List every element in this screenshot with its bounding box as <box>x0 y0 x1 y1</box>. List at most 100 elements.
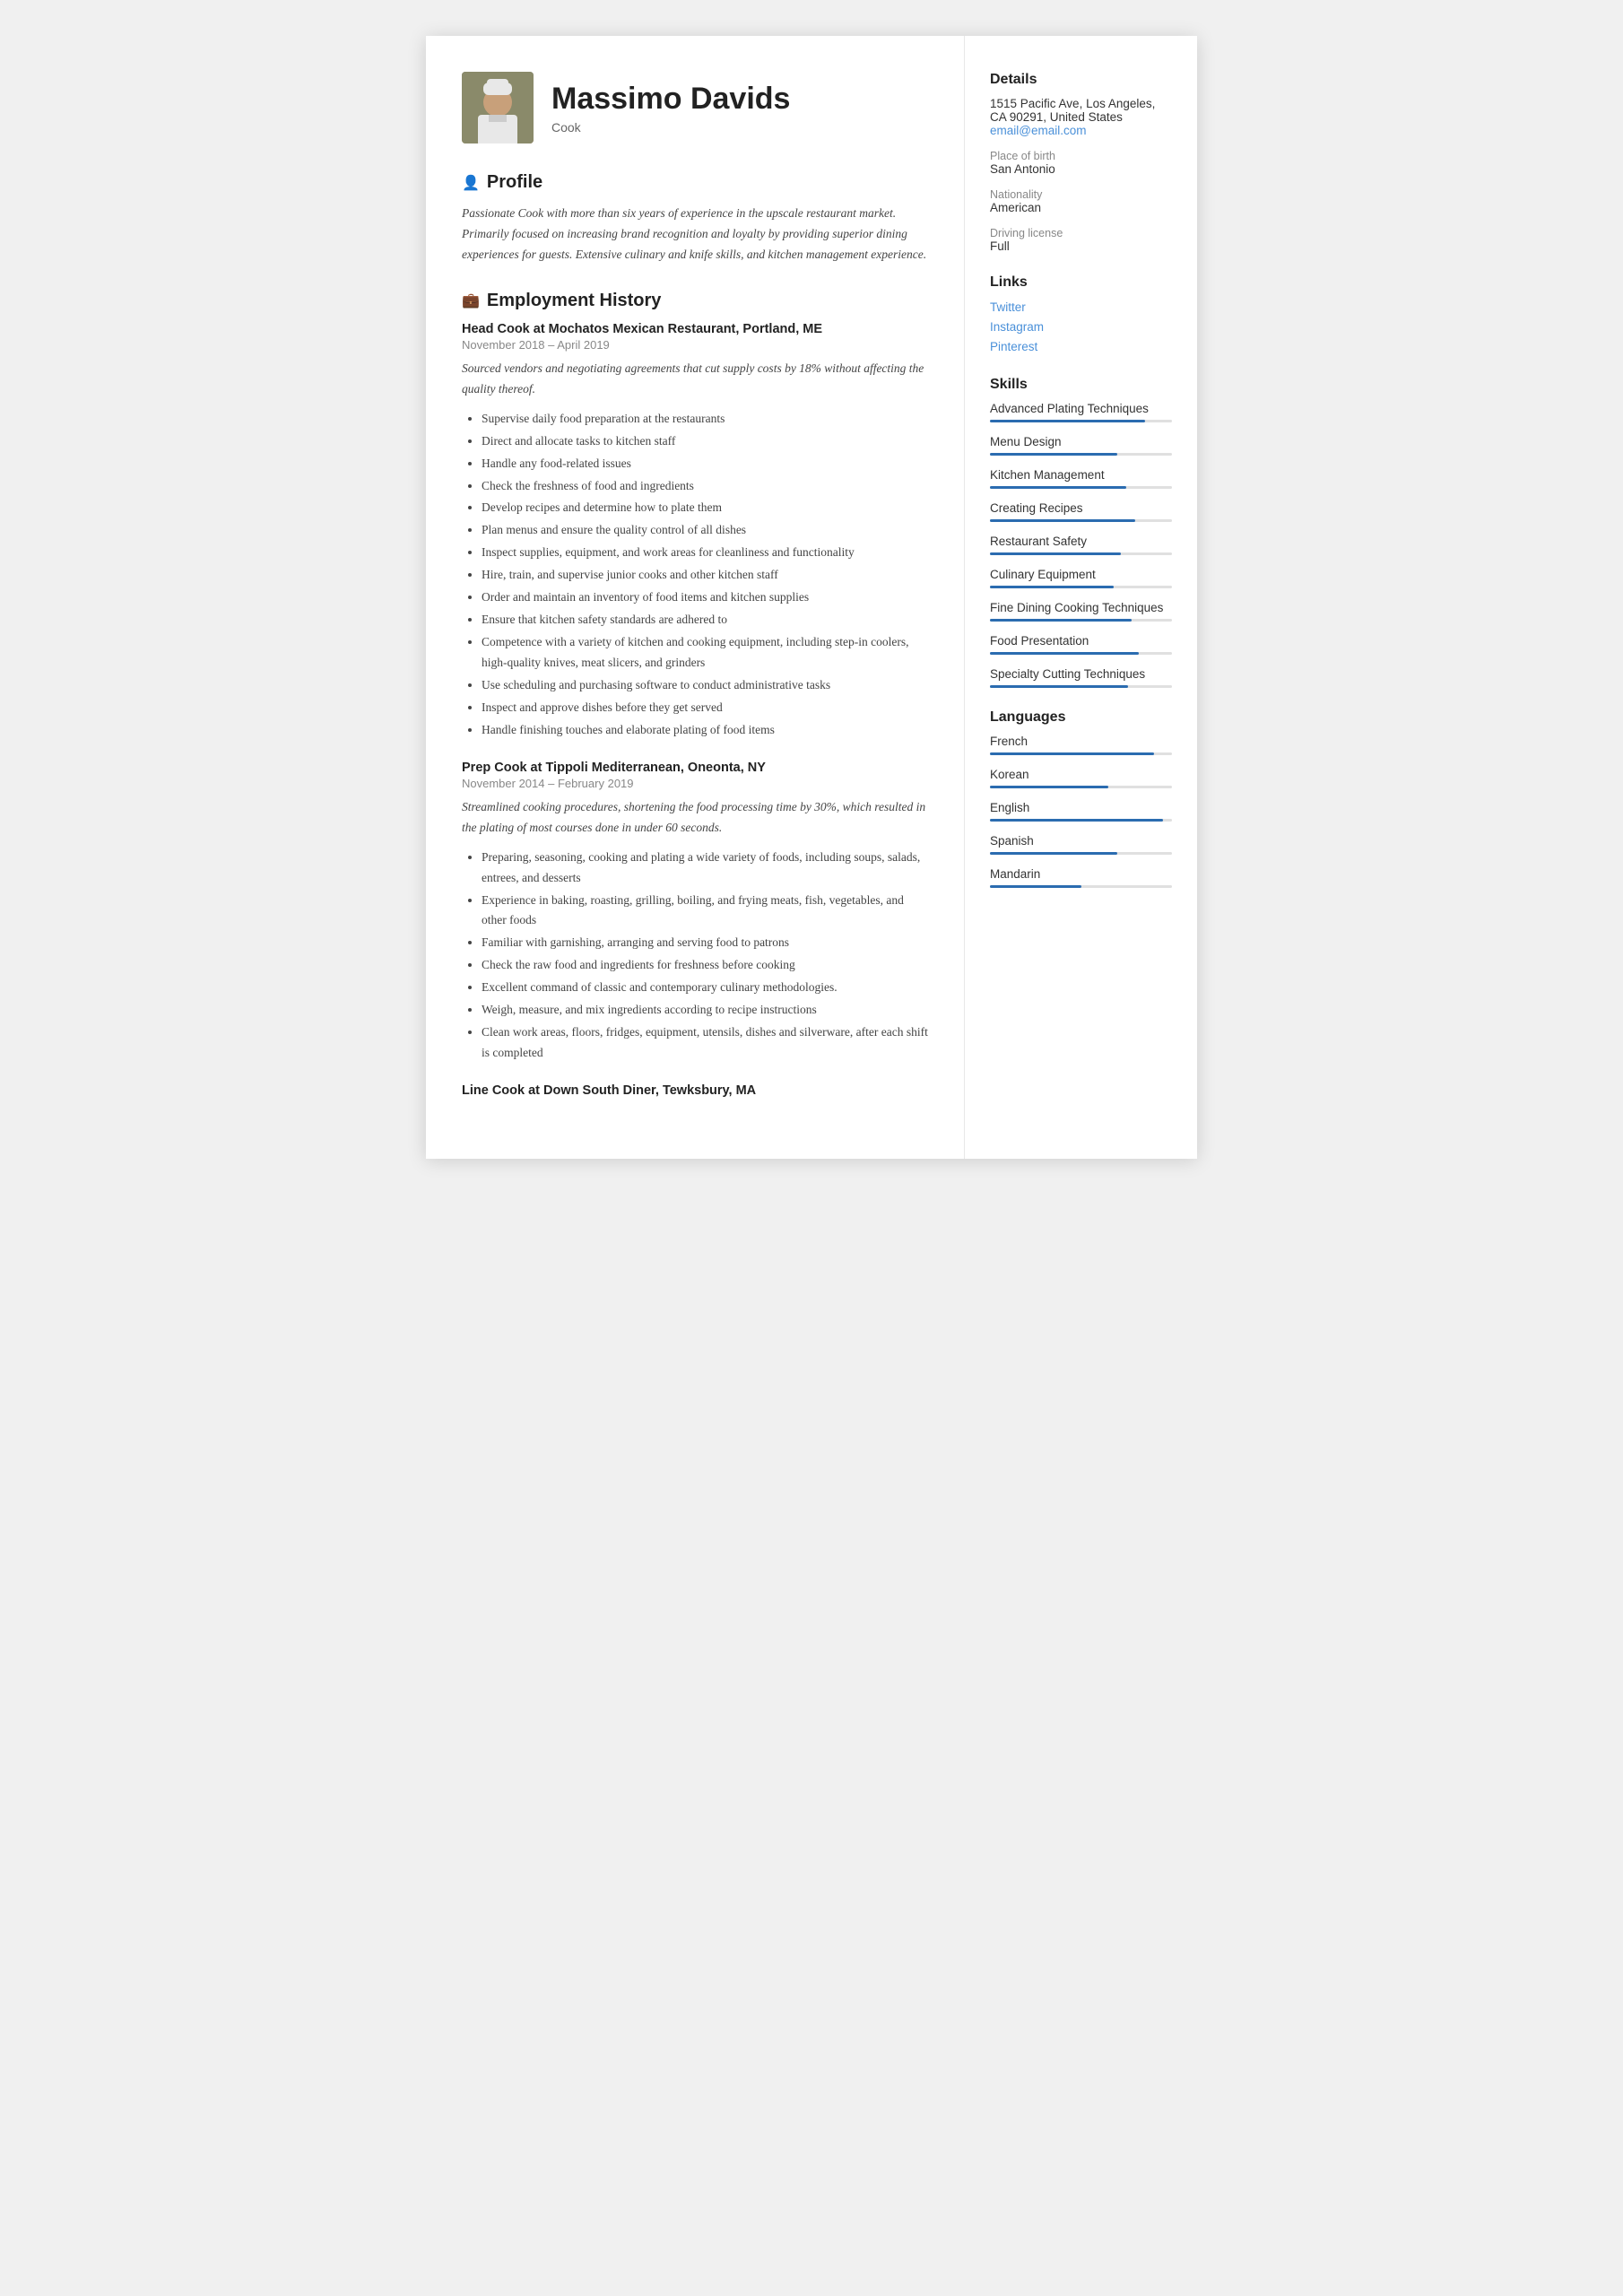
language-name: French <box>990 735 1172 748</box>
resume-header: Massimo Davids Cook <box>462 72 928 144</box>
job-1-title: Head Cook at Mochatos Mexican Restaurant… <box>462 322 928 336</box>
list-item: Familiar with garnishing, arranging and … <box>482 933 928 953</box>
skill-name: Specialty Cutting Techniques <box>990 667 1172 681</box>
list-item: Supervise daily food preparation at the … <box>482 409 928 430</box>
language-item: Spanish <box>990 834 1172 855</box>
job-2-period: November 2014 – February 2019 <box>462 777 928 790</box>
language-bar-fill <box>990 852 1117 855</box>
skill-item: Menu Design <box>990 435 1172 456</box>
list-item: Handle finishing touches and elaborate p… <box>482 720 928 741</box>
languages-list: French Korean English Spanish Mandarin <box>990 735 1172 888</box>
job-2: Prep Cook at Tippoli Mediterranean, Oneo… <box>462 761 928 1064</box>
job-2-title: Prep Cook at Tippoli Mediterranean, Oneo… <box>462 761 928 775</box>
skill-name: Advanced Plating Techniques <box>990 402 1172 415</box>
driving-value: Full <box>990 239 1172 253</box>
list-item: Inspect supplies, equipment, and work ar… <box>482 543 928 563</box>
list-item: Plan menus and ensure the quality contro… <box>482 520 928 541</box>
details-section: Details 1515 Pacific Ave, Los Angeles, C… <box>990 72 1172 253</box>
header-text: Massimo Davids Cook <box>551 82 790 135</box>
language-name: English <box>990 801 1172 814</box>
skill-item: Restaurant Safety <box>990 535 1172 555</box>
list-item: Handle any food-related issues <box>482 454 928 474</box>
list-item: Inspect and approve dishes before they g… <box>482 698 928 718</box>
skill-bar-bg <box>990 519 1172 522</box>
skill-bar-fill <box>990 586 1114 588</box>
skill-item: Food Presentation <box>990 634 1172 655</box>
skill-name: Menu Design <box>990 435 1172 448</box>
list-item: Preparing, seasoning, cooking and platin… <box>482 848 928 889</box>
nationality-label: Nationality <box>990 188 1172 201</box>
job-2-summary: Streamlined cooking procedures, shorteni… <box>462 797 928 839</box>
driving-item: Driving license Full <box>990 227 1172 253</box>
list-item: Excellent command of classic and contemp… <box>482 978 928 998</box>
list-item: Hire, train, and supervise junior cooks … <box>482 565 928 586</box>
skill-bar-bg <box>990 552 1172 555</box>
link-pinterest[interactable]: Pinterest <box>990 339 1172 355</box>
list-item: Competence with a variety of kitchen and… <box>482 632 928 674</box>
skills-title: Skills <box>990 377 1172 393</box>
candidate-name: Massimo Davids <box>551 82 790 117</box>
language-name: Mandarin <box>990 867 1172 881</box>
skill-bar-bg <box>990 685 1172 688</box>
list-item: Use scheduling and purchasing software t… <box>482 675 928 696</box>
sidebar-column: Details 1515 Pacific Ave, Los Angeles, C… <box>964 36 1197 1159</box>
skill-name: Restaurant Safety <box>990 535 1172 548</box>
skill-bar-fill <box>990 453 1117 456</box>
resume-container: Massimo Davids Cook 👤 Profile Passionate… <box>426 36 1197 1159</box>
avatar <box>462 72 534 144</box>
link-instagram[interactable]: Instagram <box>990 319 1172 335</box>
skill-bar-bg <box>990 420 1172 422</box>
languages-section: Languages French Korean English Spanish … <box>990 709 1172 888</box>
job-3: Line Cook at Down South Diner, Tewksbury… <box>462 1083 928 1098</box>
language-item: Korean <box>990 768 1172 788</box>
language-bar-bg <box>990 885 1172 888</box>
skill-bar-bg <box>990 453 1172 456</box>
skill-bar-fill <box>990 652 1139 655</box>
job-1-summary: Sourced vendors and negotiating agreemen… <box>462 359 928 400</box>
address-item: 1515 Pacific Ave, Los Angeles, CA 90291,… <box>990 97 1172 137</box>
links-list: Twitter Instagram Pinterest <box>990 300 1172 355</box>
skill-name: Culinary Equipment <box>990 568 1172 581</box>
birthplace-item: Place of birth San Antonio <box>990 150 1172 176</box>
skill-bar-fill <box>990 552 1121 555</box>
list-item: Weigh, measure, and mix ingredients acco… <box>482 1000 928 1021</box>
language-bar-bg <box>990 752 1172 755</box>
nationality-value: American <box>990 201 1172 214</box>
candidate-title: Cook <box>551 120 790 135</box>
list-item: Order and maintain an inventory of food … <box>482 587 928 608</box>
link-twitter[interactable]: Twitter <box>990 300 1172 316</box>
employment-title: 💼 Employment History <box>462 291 928 311</box>
languages-title: Languages <box>990 709 1172 726</box>
language-bar-fill <box>990 885 1081 888</box>
profile-text: Passionate Cook with more than six years… <box>462 204 928 265</box>
job-3-title: Line Cook at Down South Diner, Tewksbury… <box>462 1083 928 1098</box>
skill-bar-fill <box>990 685 1128 688</box>
employment-section: 💼 Employment History Head Cook at Mochat… <box>462 291 928 1098</box>
job-1: Head Cook at Mochatos Mexican Restaurant… <box>462 322 928 741</box>
skills-section: Skills Advanced Plating Techniques Menu … <box>990 377 1172 688</box>
skill-name: Creating Recipes <box>990 501 1172 515</box>
profile-section: 👤 Profile Passionate Cook with more than… <box>462 172 928 265</box>
main-column: Massimo Davids Cook 👤 Profile Passionate… <box>426 36 964 1159</box>
skill-bar-bg <box>990 652 1172 655</box>
language-item: Mandarin <box>990 867 1172 888</box>
skill-bar-bg <box>990 586 1172 588</box>
job-1-bullets: Supervise daily food preparation at the … <box>462 409 928 741</box>
skill-item: Fine Dining Cooking Techniques <box>990 601 1172 622</box>
profile-icon: 👤 <box>462 174 480 192</box>
skills-list: Advanced Plating Techniques Menu Design … <box>990 402 1172 688</box>
driving-label: Driving license <box>990 227 1172 239</box>
list-item: Ensure that kitchen safety standards are… <box>482 610 928 631</box>
skill-bar-fill <box>990 486 1126 489</box>
skill-bar-bg <box>990 619 1172 622</box>
links-section: Links Twitter Instagram Pinterest <box>990 274 1172 355</box>
skill-name: Food Presentation <box>990 634 1172 648</box>
language-bar-bg <box>990 819 1172 822</box>
list-item: Experience in baking, roasting, grilling… <box>482 891 928 932</box>
details-title: Details <box>990 72 1172 88</box>
list-item: Check the freshness of food and ingredie… <box>482 476 928 497</box>
skill-bar-fill <box>990 519 1135 522</box>
language-bar-fill <box>990 786 1108 788</box>
birthplace-value: San Antonio <box>990 162 1172 176</box>
email-value: email@email.com <box>990 124 1172 137</box>
